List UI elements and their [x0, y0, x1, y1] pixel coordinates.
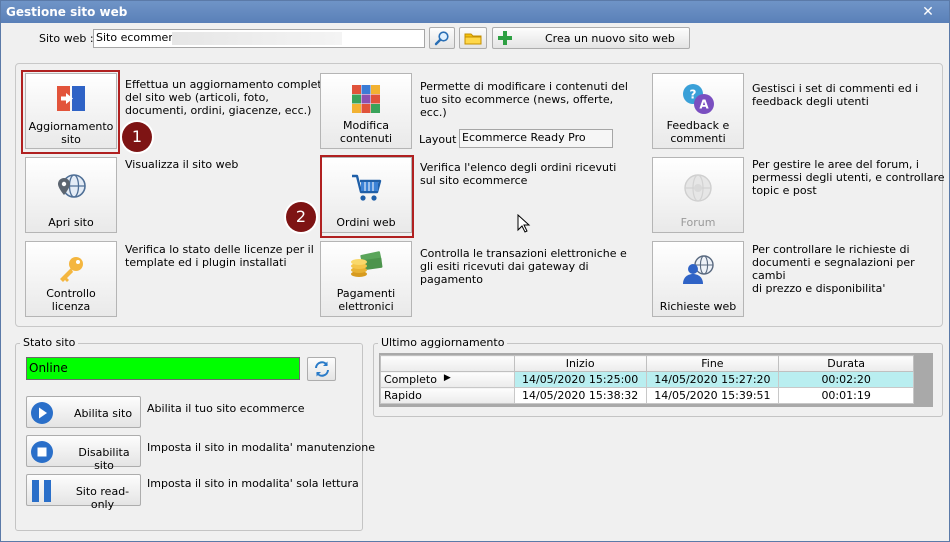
- mouse-cursor-icon: [517, 214, 531, 233]
- column-header-end: Fine: [645, 355, 780, 372]
- mosaic-icon: [352, 85, 380, 113]
- step-badge-2: 2: [286, 202, 316, 232]
- edit-content-description: Permette di modificare i contenuti del t…: [420, 80, 628, 119]
- current-row-indicator-icon: ▶: [443, 373, 451, 383]
- payments-label-1: Pagamenti: [336, 287, 396, 300]
- svg-text:A: A: [699, 98, 709, 112]
- pause-icon: [32, 480, 51, 502]
- title-bar: Gestione sito web ✕: [1, 1, 949, 23]
- search-icon: [434, 31, 449, 46]
- site-status-legend: Stato sito: [20, 336, 79, 349]
- readonly-site-button[interactable]: Sito read-only: [26, 474, 141, 511]
- search-button[interactable]: [429, 27, 455, 49]
- last-update-table: Inizio Fine Durata Completo ▶ 14/05/2020…: [380, 355, 914, 404]
- table-row[interactable]: Completo ▶ 14/05/2020 15:25:00 14/05/202…: [380, 371, 914, 388]
- user-globe-icon: [683, 255, 714, 284]
- new-site-label: Crea un nuovo sito web: [545, 32, 675, 45]
- column-header-start: Inizio: [513, 355, 647, 372]
- forum-label: Forum: [680, 216, 716, 229]
- web-orders-description: Verifica l'elenco degli ordini ricevuti …: [420, 161, 617, 187]
- stop-icon: [31, 441, 53, 463]
- window-title: Gestione sito web: [6, 5, 128, 19]
- layout-label: Layout :: [419, 133, 464, 146]
- duration-cell[interactable]: 00:01:19: [778, 387, 914, 404]
- site-label: Sito web :: [39, 32, 94, 45]
- license-label: Controllo licenza: [46, 287, 96, 313]
- blurred-area: [172, 32, 342, 45]
- enable-site-label: Abilita sito: [74, 407, 133, 420]
- web-requests-tile[interactable]: Richieste web: [652, 241, 744, 317]
- highlight-frame-orders: [320, 155, 414, 238]
- forum-globe-icon: [684, 174, 712, 202]
- payments-tile[interactable]: Pagamenti elettronici: [320, 241, 412, 317]
- feedback-label-2: commenti: [670, 132, 726, 145]
- enable-site-description: Abilita il tuo sito ecommerce: [147, 402, 305, 415]
- column-header-duration: Durata: [778, 355, 914, 372]
- main-window: Gestione sito web ✕ Sito web : Sito ecom…: [0, 0, 950, 542]
- open-site-tile[interactable]: Apri sito: [25, 157, 117, 233]
- last-update-legend: Ultimo aggiornamento: [378, 336, 508, 349]
- duration-cell[interactable]: 00:02:20: [778, 371, 914, 388]
- disable-site-description: Imposta il sito in modalita' manutenzion…: [147, 441, 376, 454]
- highlight-frame-update: [21, 70, 120, 154]
- update-site-description: Effettua un aggiornamento completo del s…: [125, 78, 329, 117]
- table-header-row: Inizio Fine Durata: [380, 355, 914, 372]
- license-tile[interactable]: Controllo licenza: [25, 241, 117, 317]
- plus-icon: [498, 31, 512, 45]
- site-status-value: Online: [26, 357, 300, 380]
- row-name-cell[interactable]: Completo ▶: [380, 371, 515, 388]
- enable-site-button[interactable]: Abilita sito: [26, 396, 141, 428]
- readonly-site-label: Sito read-only: [75, 485, 130, 511]
- folder-icon: [464, 33, 482, 45]
- start-cell[interactable]: 14/05/2020 15:25:00: [513, 371, 647, 388]
- disable-site-button[interactable]: Disabilita sito: [26, 435, 141, 472]
- new-site-button[interactable]: Crea un nuovo sito web: [492, 27, 690, 49]
- feedback-tile[interactable]: ? A Feedback e commenti: [652, 73, 744, 149]
- globe-pin-icon: [58, 174, 86, 198]
- column-header: [380, 355, 515, 372]
- payments-description: Controlla le transazioni elettroniche e …: [420, 247, 627, 286]
- end-cell[interactable]: 14/05/2020 15:27:20: [645, 371, 780, 388]
- edit-content-label-1: Modifica: [343, 119, 389, 132]
- disable-site-label: Disabilita sito: [78, 446, 130, 472]
- open-site-description: Visualizza il sito web: [125, 158, 239, 171]
- refresh-status-button[interactable]: [307, 357, 336, 381]
- folder-button[interactable]: [459, 27, 487, 49]
- feedback-description: Gestisci i set di commenti ed i feedback…: [752, 82, 919, 108]
- forum-description: Per gestire le aree del forum, i permess…: [752, 158, 945, 197]
- refresh-icon: [314, 361, 329, 377]
- site-field[interactable]: Sito ecommerce: [93, 29, 425, 48]
- edit-content-tile[interactable]: Modifica contenuti: [320, 73, 412, 149]
- feedback-label-1: Feedback e: [666, 119, 730, 132]
- row-name-cell[interactable]: Rapido: [380, 387, 515, 404]
- table-row[interactable]: Rapido 14/05/2020 15:38:32 14/05/2020 15…: [380, 387, 914, 404]
- start-cell[interactable]: 14/05/2020 15:38:32: [513, 387, 647, 404]
- layout-field[interactable]: Ecommerce Ready Pro: [459, 129, 613, 148]
- comments-icon: ? A: [683, 84, 714, 114]
- readonly-site-description: Imposta il sito in modalita' sola lettur…: [147, 477, 359, 490]
- web-requests-description: Per controllare le richieste di document…: [752, 243, 915, 295]
- open-site-label: Apri sito: [48, 216, 94, 229]
- web-requests-label: Richieste web: [659, 300, 737, 313]
- play-icon: [31, 402, 53, 424]
- edit-content-label-2: contenuti: [339, 132, 393, 145]
- payments-label-2: elettronici: [338, 300, 394, 313]
- license-description: Verifica lo stato delle licenze per il t…: [125, 243, 314, 269]
- end-cell[interactable]: 14/05/2020 15:39:51: [645, 387, 780, 404]
- money-coins-icon: [351, 251, 383, 277]
- forum-tile[interactable]: Forum: [652, 157, 744, 233]
- step-badge-1: 1: [122, 122, 152, 152]
- key-icon: [60, 257, 83, 282]
- close-icon[interactable]: ✕: [919, 3, 937, 21]
